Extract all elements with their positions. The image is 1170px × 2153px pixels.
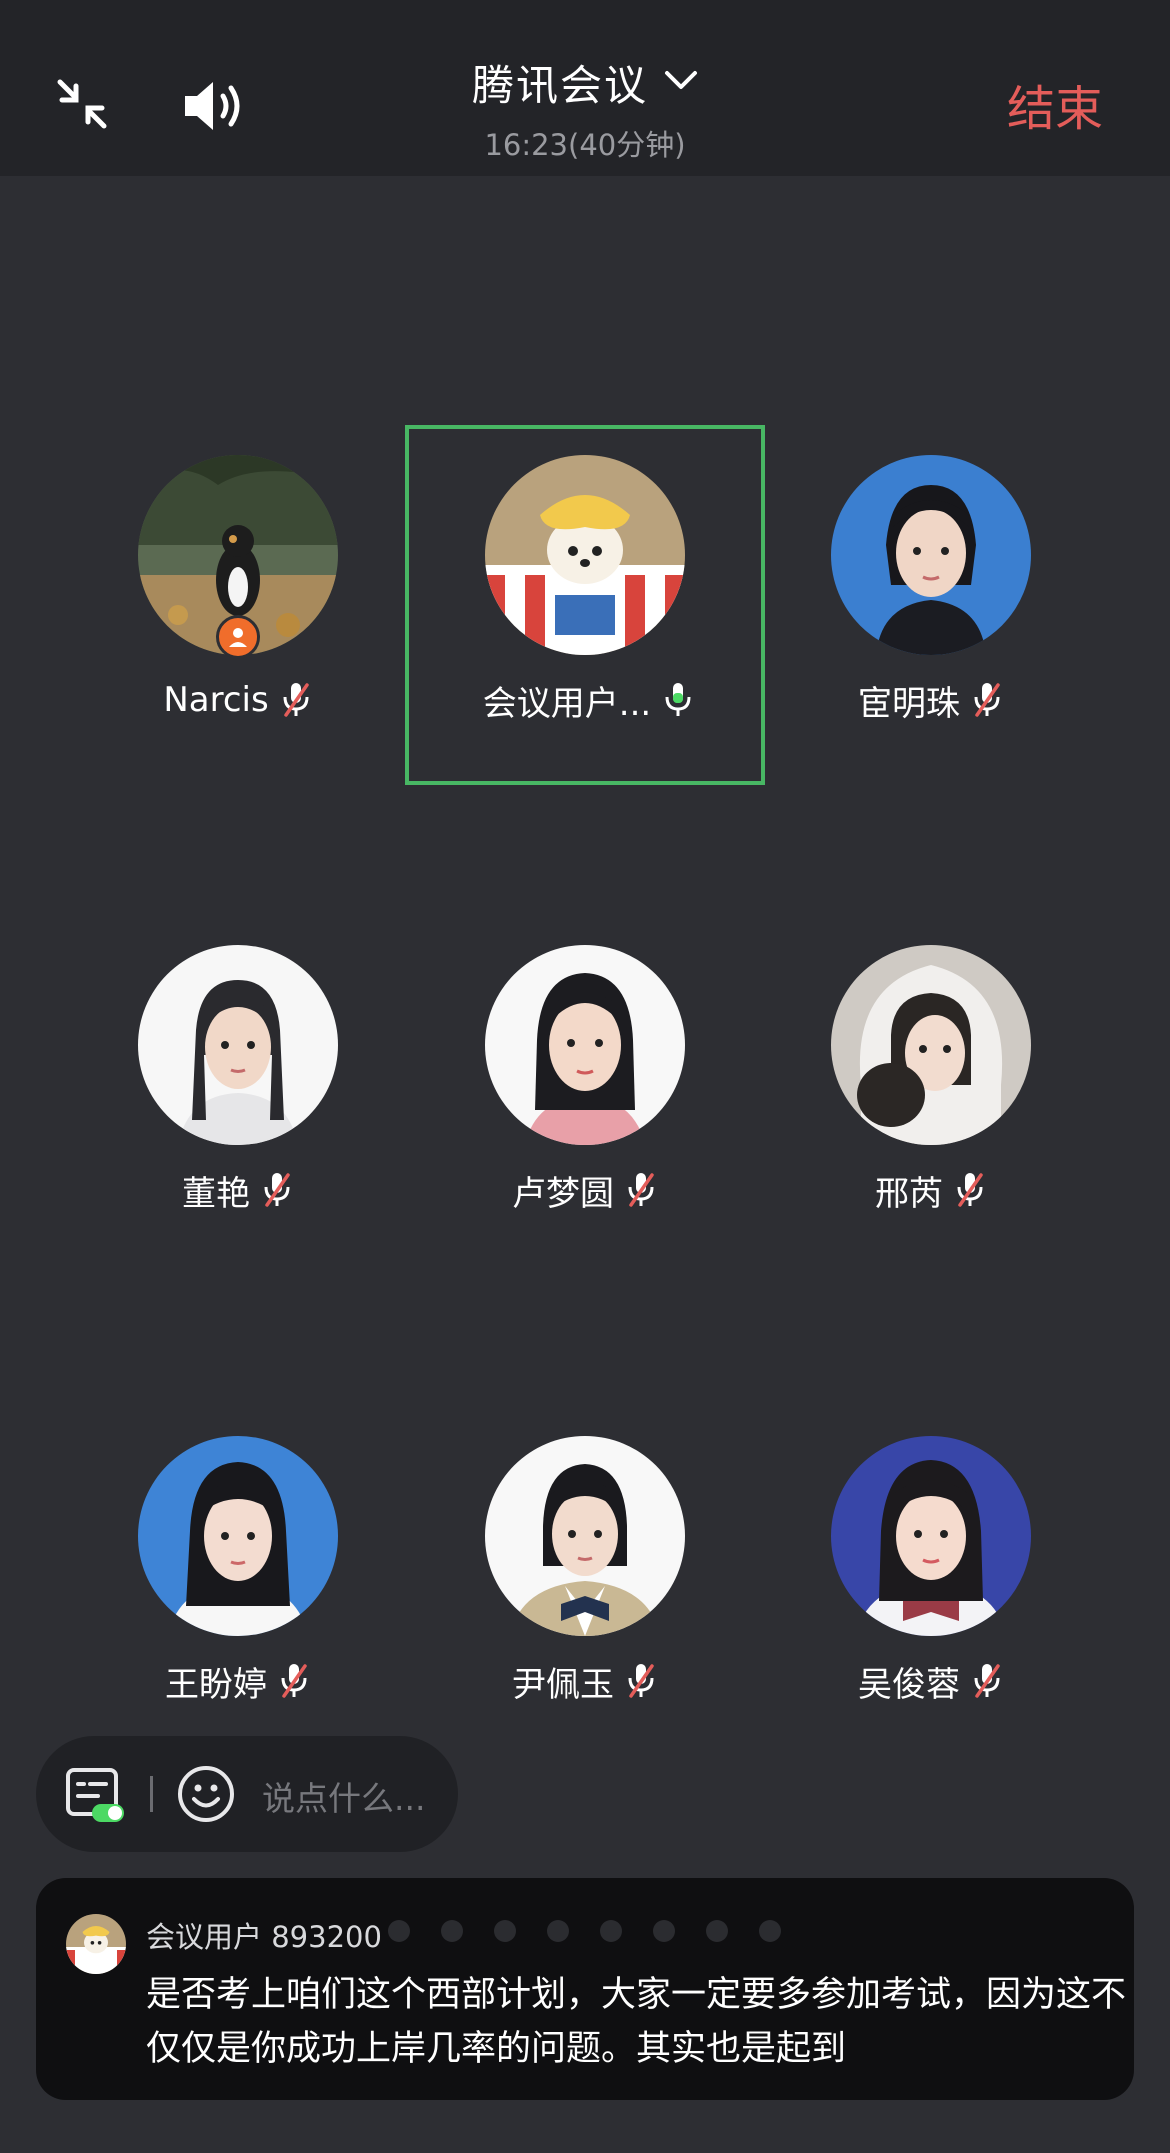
mic-muted-icon — [970, 680, 1004, 720]
participant-name: Narcis — [163, 680, 269, 720]
mic-muted-icon — [624, 1661, 658, 1701]
participant-name: 王盼婷 — [165, 1664, 267, 1705]
participant-name-row: 吴俊蓉 — [751, 1656, 1111, 1706]
avatar — [831, 455, 1031, 655]
page-dot — [494, 1920, 516, 1942]
page-dot — [600, 1920, 622, 1942]
participant-name-row: 会议用户... — [409, 675, 769, 725]
caption-text: 是否考上咱们这个西部计划，大家一定要多参加考试，因为这不仅仅是你成功上岸几率的问… — [146, 1975, 1127, 2069]
participant-tile[interactable]: 邢芮 — [751, 915, 1111, 1275]
mic-muted-icon — [953, 1170, 987, 1210]
participant-name: 董艳 — [182, 1173, 250, 1214]
participant-tile[interactable]: 卢梦圆 — [405, 915, 765, 1275]
participant-name-row: 邢芮 — [751, 1165, 1111, 1215]
participant-tile[interactable]: 尹佩玉 — [405, 1406, 765, 1766]
chat-input-bar: 说点什么... — [36, 1736, 458, 1852]
avatar — [138, 1436, 338, 1636]
caption-toggle-icon[interactable] — [64, 1766, 126, 1826]
participant-name: 吴俊蓉 — [858, 1664, 960, 1705]
participant-name: 宦明珠 — [858, 683, 960, 724]
participant-name-row: 董艳 — [58, 1165, 418, 1215]
participant-tile[interactable]: 宦明珠 — [751, 425, 1111, 785]
avatar — [485, 455, 685, 655]
divider — [150, 1776, 153, 1812]
participant-name: 卢梦圆 — [512, 1173, 614, 1214]
participant-name: 尹佩玉 — [512, 1664, 614, 1705]
page-dot — [388, 1920, 410, 1942]
participant-name-row: 宦明珠 — [751, 675, 1111, 725]
participant-name-row: 王盼婷 — [58, 1656, 418, 1706]
mic-muted-icon — [277, 1661, 311, 1701]
participant-tile[interactable]: 董艳 — [58, 915, 418, 1275]
caption-panel: 会议用户 893200 是否考上咱们这个西部计划，大家一定要多参加考试，因为这不… — [36, 1878, 1134, 2100]
host-icon — [216, 615, 260, 659]
participant-name: 邢芮 — [875, 1173, 943, 1214]
participant-name-row: 卢梦圆 — [405, 1165, 765, 1215]
participant-grid: Narcis 会议用户... 宦明珠 董艳 卢梦圆 邢芮 王盼婷 尹佩玉 吴俊蓉 — [0, 0, 1170, 1720]
participant-name-row: 尹佩玉 — [405, 1656, 765, 1706]
participant-tile[interactable]: Narcis — [58, 425, 418, 785]
avatar — [831, 945, 1031, 1145]
avatar — [485, 945, 685, 1145]
avatar — [485, 1436, 685, 1636]
page-dot — [759, 1920, 781, 1942]
participant-tile[interactable]: 吴俊蓉 — [751, 1406, 1111, 1766]
avatar — [66, 1914, 126, 1974]
mic-muted-icon — [970, 1661, 1004, 1701]
page-indicator — [388, 1920, 781, 1942]
participant-tile-speaking[interactable]: 会议用户... — [405, 425, 765, 785]
participant-tile[interactable]: 王盼婷 — [58, 1406, 418, 1766]
avatar — [831, 1436, 1031, 1636]
participant-name-row: Narcis — [58, 675, 418, 725]
page-dot — [441, 1920, 463, 1942]
page-dot — [653, 1920, 675, 1942]
mic-active-icon — [661, 680, 695, 720]
mic-muted-icon — [624, 1170, 658, 1210]
page-dot — [706, 1920, 728, 1942]
participant-name: 会议用户... — [482, 683, 652, 724]
page-dot — [547, 1920, 569, 1942]
avatar — [138, 945, 338, 1145]
emoji-icon[interactable] — [176, 1764, 236, 1824]
caption-speaker-name: 会议用户 893200 — [146, 1920, 382, 1954]
mic-muted-icon — [279, 680, 313, 720]
mic-muted-icon — [260, 1170, 294, 1210]
chat-input-placeholder[interactable]: 说点什么... — [262, 1772, 425, 1820]
